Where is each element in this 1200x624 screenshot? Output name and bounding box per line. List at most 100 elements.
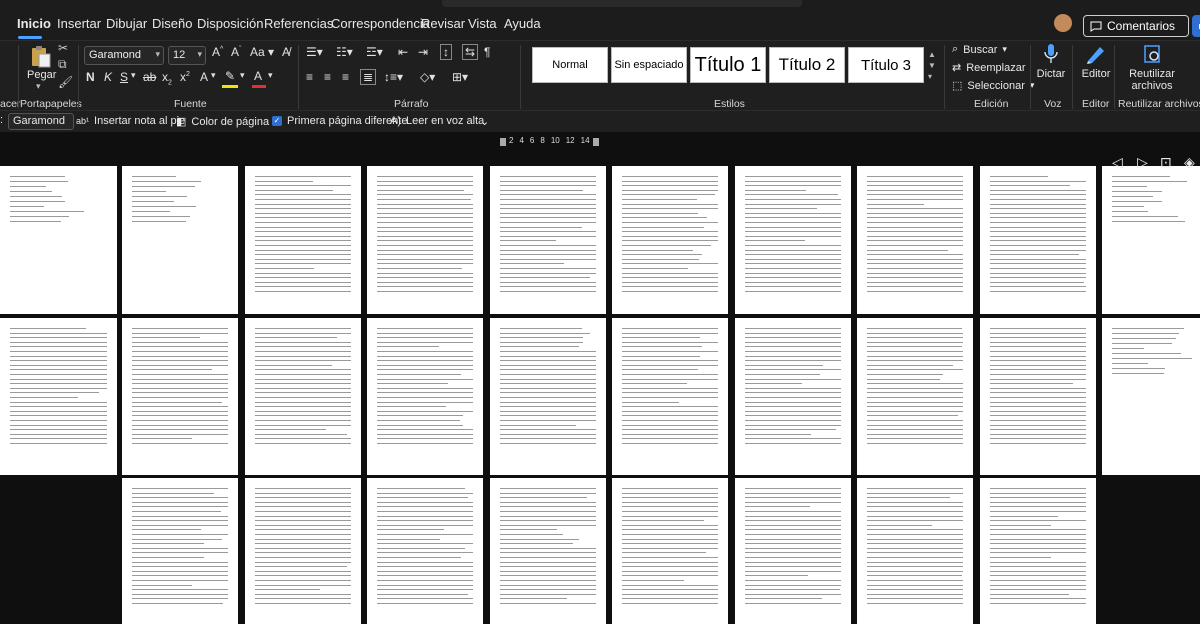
text-effects-dropdown-icon[interactable]: ▾	[211, 70, 216, 81]
page-thumbnail[interactable]	[245, 318, 361, 475]
align-right-icon[interactable]: ≡	[342, 70, 349, 84]
page-thumbnail[interactable]	[1102, 318, 1200, 475]
page-thumbnail[interactable]	[857, 318, 973, 475]
clear-formatting-icon[interactable]: A̸	[282, 45, 290, 59]
increase-indent-icon[interactable]: ⇥	[418, 45, 428, 59]
page-thumbnail[interactable]	[122, 318, 238, 475]
replace-button[interactable]: ⇄ Reemplazar	[952, 61, 1026, 75]
read-aloud-button[interactable]: A) Leer en voz alta	[390, 115, 484, 127]
page-thumbnail[interactable]	[980, 478, 1096, 624]
page-thumbnail[interactable]	[735, 478, 851, 624]
font-color-icon[interactable]: A	[254, 69, 262, 83]
page-color-button[interactable]: ◧ Color de página ▾	[176, 115, 279, 129]
tab-insertar[interactable]: Insertar	[57, 16, 101, 31]
page-thumbnail[interactable]	[0, 166, 117, 314]
read-mode-icon[interactable]: ◈	[1184, 154, 1195, 171]
page-thumbnail[interactable]	[367, 318, 483, 475]
page-thumbnail[interactable]	[735, 166, 851, 314]
page-thumbnail[interactable]	[367, 166, 483, 314]
style-heading-3[interactable]: Título 3	[848, 47, 924, 83]
page-thumbnail[interactable]	[612, 166, 728, 314]
page-thumbnail[interactable]	[980, 166, 1096, 314]
insert-footnote-button[interactable]: ab¹ Insertar nota al pie	[76, 115, 185, 127]
text-effects-icon[interactable]: A	[200, 70, 208, 84]
rtl-icon[interactable]: ⇆	[462, 44, 479, 60]
page-thumbnail[interactable]	[735, 318, 851, 475]
style-no-spacing[interactable]: Sin espaciado	[611, 47, 687, 83]
paste-icon[interactable]	[30, 45, 52, 69]
subscript-icon[interactable]: x2	[162, 70, 172, 86]
borders-icon[interactable]: ⊞▾	[452, 70, 468, 84]
page-thumbnail[interactable]	[245, 166, 361, 314]
next-page-icon[interactable]: ▷	[1137, 154, 1148, 171]
search-box[interactable]	[442, 0, 802, 7]
numbering-icon[interactable]: ☷▾	[336, 45, 353, 59]
dictate-button[interactable]: Dictar	[1036, 43, 1066, 80]
page-thumbnail[interactable]	[612, 478, 728, 624]
style-normal[interactable]: Normal	[532, 47, 608, 83]
italic-icon[interactable]: K	[104, 70, 112, 84]
paste-label[interactable]: Pegar	[27, 69, 56, 81]
page-thumbnail[interactable]	[490, 478, 606, 624]
editor-button[interactable]: Editor	[1078, 43, 1114, 80]
page-thumbnail[interactable]	[980, 318, 1096, 475]
pilcrow-icon[interactable]: ¶	[484, 45, 490, 59]
sort-icon[interactable]: ↕	[440, 44, 452, 60]
change-case-icon[interactable]: Aa ▾	[250, 45, 274, 59]
shading-icon[interactable]: ◇▾	[420, 70, 435, 84]
multilevel-list-icon[interactable]: ☲▾	[366, 45, 383, 59]
tab-dibujar[interactable]: Dibujar	[106, 16, 147, 31]
quick-font-select[interactable]: Garamond	[8, 113, 74, 130]
font-name-select[interactable]: Garamond ▾	[84, 46, 164, 65]
font-color-dropdown-icon[interactable]: ▾	[268, 70, 273, 81]
superscript-icon[interactable]: x2	[180, 70, 190, 84]
strikethrough-icon[interactable]: ab	[143, 70, 156, 84]
reuse-files-button[interactable]: Reutilizar archivos	[1122, 43, 1182, 92]
page-thumbnail[interactable]	[857, 478, 973, 624]
page-thumbnail[interactable]	[612, 318, 728, 475]
page-thumbnail[interactable]	[1102, 166, 1200, 314]
tab-diseno[interactable]: Diseño	[152, 16, 192, 31]
tab-revisar[interactable]: Revisar	[421, 16, 465, 31]
avatar[interactable]	[1054, 14, 1072, 32]
tab-correspondencia[interactable]: Correspondencia	[331, 16, 430, 31]
comments-button[interactable]: Comentarios	[1083, 15, 1189, 37]
gallery-scroll-icon[interactable]: ▲ ▼ ▾	[928, 49, 936, 82]
highlight-icon[interactable]: ✎	[225, 69, 235, 83]
page-thumbnail[interactable]	[490, 166, 606, 314]
tab-ayuda[interactable]: Ayuda	[504, 16, 541, 31]
align-center-icon[interactable]: ≡	[324, 70, 331, 84]
underline-icon[interactable]: S	[120, 70, 128, 84]
shrink-font-icon[interactable]: Aˇ	[231, 45, 241, 59]
font-size-select[interactable]: 12 ▾	[168, 46, 206, 65]
page-thumbnail[interactable]	[490, 318, 606, 475]
copy-icon[interactable]: ⧉	[58, 57, 67, 72]
share-button[interactable]	[1192, 15, 1200, 37]
document-workspace[interactable]: 2 4 6 8 10 12 14 ◁ ▷ ⊡ ◈	[0, 132, 1200, 624]
highlight-dropdown-icon[interactable]: ▾	[240, 70, 245, 81]
format-painter-icon[interactable]: 🖌	[58, 75, 73, 89]
tab-referencias[interactable]: Referencias	[264, 16, 333, 31]
focus-mode-icon[interactable]: ⊡	[1160, 154, 1172, 171]
tab-inicio[interactable]: Inicio	[17, 16, 51, 31]
align-left-icon[interactable]: ≡	[306, 70, 313, 84]
page-thumbnail[interactable]	[367, 478, 483, 624]
bold-icon[interactable]: N	[86, 70, 95, 84]
page-thumbnail[interactable]	[122, 166, 238, 314]
customize-toolbar-icon[interactable]: ⌄	[480, 115, 489, 128]
cut-icon[interactable]: ✂	[58, 41, 68, 55]
page-thumbnail[interactable]	[122, 478, 238, 624]
bullets-icon[interactable]: ☰▾	[306, 45, 323, 59]
select-button[interactable]: ⬚ Seleccionar ▾	[952, 79, 1034, 93]
page-thumbnail[interactable]	[857, 166, 973, 314]
style-heading-1[interactable]: Título 1	[690, 47, 766, 83]
paste-dropdown-icon[interactable]: ▾	[36, 81, 41, 92]
page-thumbnail[interactable]	[245, 478, 361, 624]
tab-disposicion[interactable]: Disposición	[197, 16, 263, 31]
underline-dropdown-icon[interactable]: ▾	[131, 70, 136, 81]
style-heading-2[interactable]: Título 2	[769, 47, 845, 83]
tab-vista[interactable]: Vista	[468, 16, 497, 31]
line-spacing-icon[interactable]: ↕≡▾	[384, 70, 403, 84]
first-page-different-checkbox[interactable]: ✓ Primera página diferente	[272, 115, 407, 127]
justify-icon[interactable]: ≣	[360, 69, 377, 85]
